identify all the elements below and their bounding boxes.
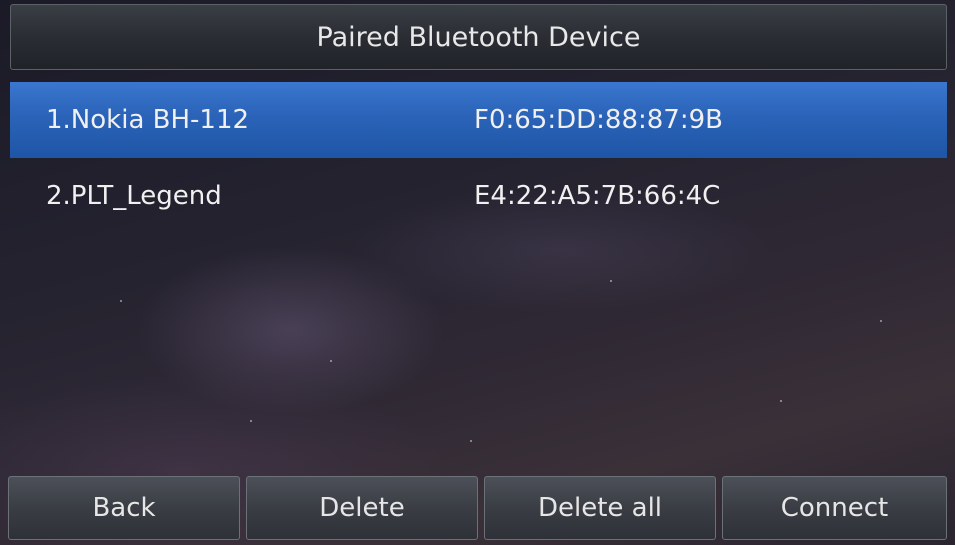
background-star [610, 280, 612, 282]
device-row-plt-legend[interactable]: 2.PLT_Legend E4:22:A5:7B:66:4C [10, 158, 947, 234]
background-star [470, 440, 472, 442]
delete-button[interactable]: Delete [246, 476, 478, 540]
device-name: 2.PLT_Legend [46, 181, 222, 211]
page-title: Paired Bluetooth Device [316, 21, 641, 53]
paired-device-list: 1.Nokia BH-112 F0:65:DD:88:87:9B 2.PLT_L… [10, 82, 947, 234]
device-row-nokia[interactable]: 1.Nokia BH-112 F0:65:DD:88:87:9B [10, 82, 947, 158]
device-name: 1.Nokia BH-112 [46, 105, 250, 135]
background-star [330, 360, 332, 362]
softkey-bar: Back Delete Delete all Connect [8, 476, 955, 542]
device-address: F0:65:DD:88:87:9B [474, 105, 723, 135]
back-button[interactable]: Back [8, 476, 240, 540]
delete-all-button[interactable]: Delete all [484, 476, 716, 540]
page-title-bar: Paired Bluetooth Device [10, 4, 947, 70]
background-star [880, 320, 882, 322]
device-address: E4:22:A5:7B:66:4C [474, 181, 721, 211]
phone-screen: Paired Bluetooth Device 1.Nokia BH-112 F… [0, 0, 955, 545]
connect-button[interactable]: Connect [722, 476, 947, 540]
background-star [250, 420, 252, 422]
background-star [780, 400, 782, 402]
background-star [120, 300, 122, 302]
